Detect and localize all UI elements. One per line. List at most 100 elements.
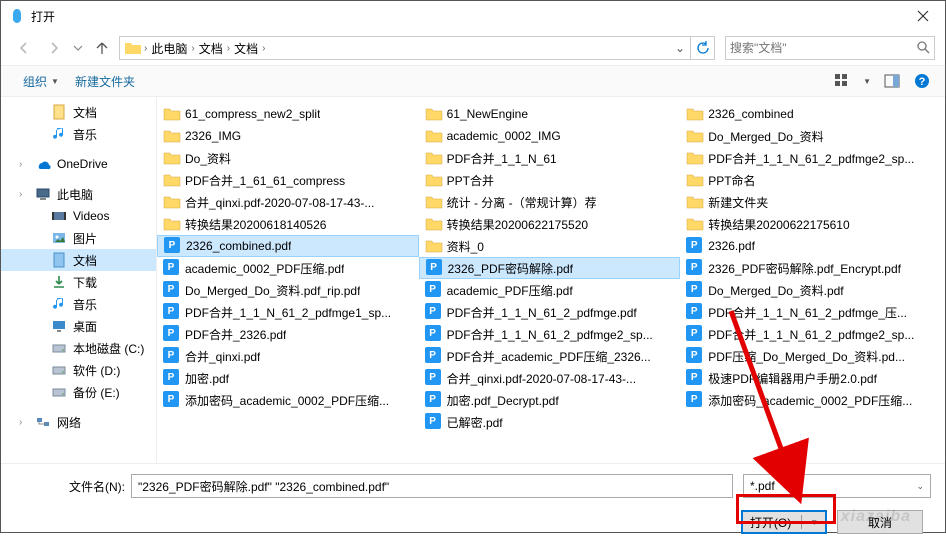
folder-icon <box>124 39 142 57</box>
file-item[interactable]: P加密.pdf <box>157 367 419 389</box>
tree-node[interactable]: ›网络 <box>1 411 156 433</box>
search-icon[interactable] <box>916 40 930 57</box>
file-item[interactable]: P加密.pdf_Decrypt.pdf <box>419 389 681 411</box>
breadcrumb-seg[interactable]: 文档 <box>230 40 262 57</box>
file-item[interactable]: PPDF压缩_Do_Merged_Do_资料.pd... <box>680 345 942 367</box>
breadcrumb-seg[interactable]: 文档 <box>195 40 227 57</box>
search-input[interactable] <box>730 41 916 55</box>
folder-icon <box>163 149 181 167</box>
filter-text: *.pdf <box>750 479 916 493</box>
file-item[interactable]: PPDF合并_1_1_N_61_2_pdfmge.pdf <box>419 301 681 323</box>
tree-node[interactable]: 备份 (E:) <box>1 381 156 403</box>
file-item[interactable]: PPDF合并_2326.pdf <box>157 323 419 345</box>
file-item[interactable]: P添加密码_academic_0002_PDF压缩... <box>680 389 942 411</box>
folder-icon <box>686 149 704 167</box>
folder-icon <box>686 215 704 233</box>
breadcrumb-dropdown[interactable]: ⌄ <box>670 41 690 55</box>
tree-node[interactable]: 下载 <box>1 271 156 293</box>
chevron-right-icon[interactable]: › <box>262 43 265 54</box>
file-item[interactable]: PPT命名 <box>680 169 942 191</box>
file-item[interactable]: P2326_PDF密码解除.pdf <box>419 257 681 279</box>
file-item[interactable]: P合并_qinxi.pdf <box>157 345 419 367</box>
filename-label: 文件名(N): <box>15 478 125 495</box>
tree-node[interactable]: 软件 (D:) <box>1 359 156 381</box>
file-item[interactable]: PDF合并_1_61_61_compress <box>157 169 419 191</box>
file-item[interactable]: 转换结果20200618140526 <box>157 213 419 235</box>
file-item[interactable]: PPDF合并_1_1_N_61_2_pdfmge2_sp... <box>419 323 681 345</box>
tree-node[interactable]: 文档 <box>1 101 156 123</box>
file-item[interactable]: P2326_PDF密码解除.pdf_Encrypt.pdf <box>680 257 942 279</box>
file-item[interactable]: PDo_Merged_Do_资料.pdf <box>680 279 942 301</box>
tree-label: 网络 <box>57 414 81 431</box>
folder-icon <box>163 127 181 145</box>
organize-button[interactable]: 组织▼ <box>15 70 67 93</box>
file-item[interactable]: academic_0002_IMG <box>419 125 681 147</box>
file-item[interactable]: Pacademic_0002_PDF压缩.pdf <box>157 257 419 279</box>
pdf-icon: P <box>425 347 443 365</box>
tree-node[interactable]: 文档 <box>1 249 156 271</box>
file-item[interactable]: PPDF合并_1_1_N_61_2_pdfmge_压... <box>680 301 942 323</box>
file-item[interactable]: 转换结果20200622175520 <box>419 213 681 235</box>
file-item[interactable]: PDF合并_1_1_N_61 <box>419 147 681 169</box>
tree-node[interactable]: Videos <box>1 205 156 227</box>
tree-node[interactable]: 图片 <box>1 227 156 249</box>
new-folder-button[interactable]: 新建文件夹 <box>67 70 143 93</box>
file-item[interactable]: P合并_qinxi.pdf-2020-07-08-17-43-... <box>419 367 681 389</box>
forward-button[interactable] <box>41 35 67 61</box>
file-item[interactable]: P2326.pdf <box>680 235 942 257</box>
file-item[interactable]: P2326_combined.pdf <box>157 235 419 257</box>
close-button[interactable] <box>903 2 943 30</box>
breadcrumb-seg[interactable]: 此电脑 <box>147 40 191 57</box>
up-button[interactable] <box>89 35 115 61</box>
file-item[interactable]: Do_资料 <box>157 147 419 169</box>
file-item[interactable]: 61_NewEngine <box>419 103 681 125</box>
tree-node[interactable]: 音乐 <box>1 123 156 145</box>
file-item[interactable]: P添加密码_academic_0002_PDF压缩... <box>157 389 419 411</box>
file-item[interactable]: 合并_qinxi.pdf-2020-07-08-17-43-... <box>157 191 419 213</box>
folder-icon <box>425 237 443 255</box>
file-item[interactable]: 2326_IMG <box>157 125 419 147</box>
preview-pane-button[interactable] <box>883 72 901 90</box>
file-item[interactable]: 新建文件夹 <box>680 191 942 213</box>
navigation-tree[interactable]: 文档音乐›OneDrive›此电脑Videos图片文档下载音乐桌面本地磁盘 (C… <box>1 97 157 463</box>
file-item[interactable]: 2326_combined <box>680 103 942 125</box>
help-button[interactable]: ? <box>913 72 931 90</box>
file-item[interactable]: PPT合并 <box>419 169 681 191</box>
file-name: PPT命名 <box>708 172 755 189</box>
tree-node[interactable]: 音乐 <box>1 293 156 315</box>
file-item[interactable]: 61_compress_new2_split <box>157 103 419 125</box>
file-item[interactable]: PDo_Merged_Do_资料.pdf_rip.pdf <box>157 279 419 301</box>
file-item[interactable]: 资料_0 <box>419 235 681 257</box>
file-item[interactable]: Pacademic_PDF压缩.pdf <box>419 279 681 301</box>
file-item[interactable]: 转换结果20200622175610 <box>680 213 942 235</box>
tree-node[interactable]: 本地磁盘 (C:) <box>1 337 156 359</box>
file-item[interactable]: 统计 - 分离 -（常规计算）荐 <box>419 191 681 213</box>
file-name: 2326_IMG <box>185 129 241 143</box>
view-mode-button[interactable] <box>833 72 851 90</box>
file-item[interactable]: PPDF合并_academic_PDF压缩_2326... <box>419 345 681 367</box>
file-item[interactable]: Do_Merged_Do_资料 <box>680 125 942 147</box>
file-item[interactable]: PDF合并_1_1_N_61_2_pdfmge2_sp... <box>680 147 942 169</box>
yellow-doc-icon <box>51 104 67 120</box>
breadcrumb-bar[interactable]: › 此电脑 › 文档 › 文档 › ⌄ <box>119 36 715 60</box>
file-name: 新建文件夹 <box>708 194 768 211</box>
tree-node[interactable]: ›此电脑 <box>1 183 156 205</box>
file-list[interactable]: 61_compress_new2_split2326_IMGDo_资料PDF合并… <box>157 97 945 463</box>
pdf-icon: P <box>686 347 704 365</box>
pdf-icon: P <box>425 325 443 343</box>
view-dropdown[interactable]: ▼ <box>863 77 871 86</box>
file-item[interactable]: PPDF合并_1_1_N_61_2_pdfmge1_sp... <box>157 301 419 323</box>
folder-icon <box>163 193 181 211</box>
file-item[interactable]: P已解密.pdf <box>419 411 681 433</box>
tree-node[interactable]: ›OneDrive <box>1 153 156 175</box>
file-name: PDF合并_1_1_N_61_2_pdfmge2_sp... <box>708 326 914 343</box>
refresh-button[interactable] <box>690 37 714 59</box>
recent-dropdown[interactable] <box>71 35 85 61</box>
file-item[interactable]: P极速PDF编辑器用户手册2.0.pdf <box>680 367 942 389</box>
folder-icon <box>425 215 443 233</box>
file-item[interactable]: PPDF合并_1_1_N_61_2_pdfmge2_sp... <box>680 323 942 345</box>
search-box[interactable] <box>725 36 935 60</box>
tree-node[interactable]: 桌面 <box>1 315 156 337</box>
filename-input[interactable] <box>131 474 733 498</box>
back-button[interactable] <box>11 35 37 61</box>
